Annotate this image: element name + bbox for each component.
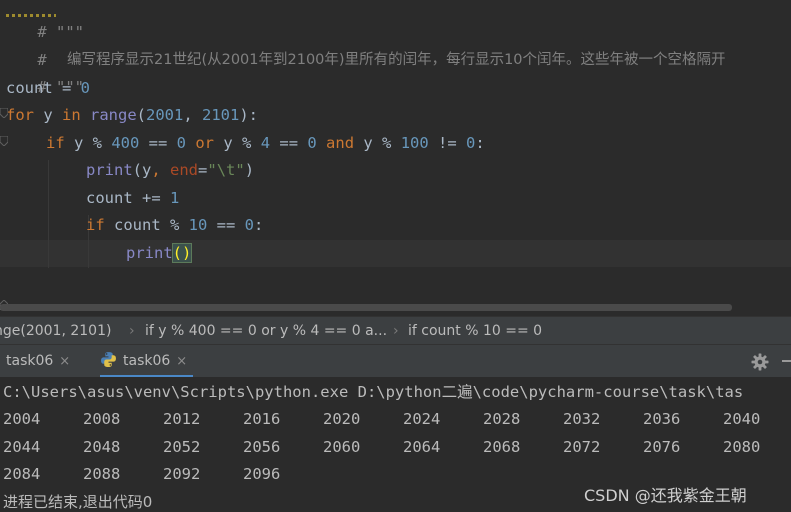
- breadcrumb-item-for[interactable]: nge(2001, 2101): [0, 317, 111, 345]
- console-year: 2020: [323, 410, 361, 428]
- run-tab-2-active[interactable]: task06 ×: [100, 345, 194, 378]
- breadcrumb-item-if-ten[interactable]: if count % 10 == 0: [408, 317, 542, 345]
- console-year: 2040: [723, 410, 761, 428]
- console-year: 2096: [243, 465, 281, 483]
- code-line-print-year[interactable]: print(y, end="\t"): [86, 157, 254, 184]
- console-command-line: C:\Users\asus\venv\Scripts\python.exe D:…: [3, 383, 744, 401]
- console-exit-message: 进程已结束,退出代码0: [3, 493, 153, 511]
- code-line-count-init[interactable]: count = 0: [6, 75, 90, 102]
- console-year: 2064: [403, 437, 441, 456]
- code-line-3[interactable]: # """: [0, 47, 84, 96]
- close-icon[interactable]: ×: [59, 354, 70, 369]
- run-tool-window-header: task06 × task06 ×: [0, 344, 791, 378]
- console-year: 2060: [323, 437, 361, 456]
- hide-panel-icon[interactable]: [782, 360, 791, 362]
- console-year: 2024: [403, 410, 441, 428]
- comment-text: 编写程序显示21世纪(从2001年到2100年)里所有的闰年，每行显示10个闰年…: [67, 52, 726, 68]
- python-icon: [101, 352, 116, 367]
- code-line-count-inc[interactable]: count += 1: [86, 185, 179, 212]
- horizontal-scrollbar[interactable]: [0, 304, 732, 311]
- warning-squiggle: [6, 14, 56, 17]
- code-line-if-ten[interactable]: if count % 10 == 0:: [86, 212, 263, 239]
- console-year: 2072: [563, 437, 601, 456]
- breadcrumb-item-if-leap[interactable]: if y % 400 == 0 or y % 4 == 0 a...: [145, 317, 387, 345]
- console-year: 2052: [163, 437, 201, 456]
- console-year: 2036: [643, 410, 681, 428]
- indent-guide: [48, 160, 49, 268]
- breadcrumb: nge(2001, 2101) › if y % 400 == 0 or y %…: [0, 316, 791, 345]
- console-year: 2088: [83, 465, 121, 483]
- console-year: 2032: [563, 410, 601, 428]
- console-year: 2080: [723, 437, 761, 456]
- console-year: 2056: [243, 437, 281, 456]
- code-line-2[interactable]: # 编写程序显示21世纪(从2001年到2100年)里所有的闰年，每行显示10个闰…: [0, 20, 725, 69]
- console-year: 2084: [3, 465, 41, 483]
- code-line-print-newline[interactable]: print(): [126, 240, 193, 267]
- code-line-if-leap[interactable]: if y % 400 == 0 or y % 4 == 0 and y % 10…: [46, 130, 485, 157]
- console-year: 2004: [3, 410, 41, 428]
- gear-icon[interactable]: [751, 353, 769, 371]
- console-year: 2016: [243, 410, 281, 428]
- watermark: CSDN @还我紫金王朝: [584, 486, 747, 505]
- console-year: 2008: [83, 410, 121, 428]
- close-icon[interactable]: ×: [176, 354, 187, 369]
- fold-marker-icon[interactable]: [0, 108, 8, 118]
- run-console-output[interactable]: C:\Users\asus\venv\Scripts\python.exe D:…: [0, 377, 791, 512]
- breadcrumb-separator: ›: [129, 323, 135, 339]
- run-tab-1[interactable]: task06 ×: [6, 345, 70, 378]
- console-year: 2028: [483, 410, 521, 428]
- fold-marker-icon[interactable]: [0, 136, 8, 146]
- console-year: 2076: [643, 437, 681, 456]
- code-line-for[interactable]: for y in range(2001, 2101):: [6, 102, 258, 129]
- breadcrumb-separator: ›: [393, 323, 399, 339]
- matched-brace: (): [171, 243, 193, 263]
- console-year: 2048: [83, 437, 121, 456]
- console-year: 2092: [163, 465, 201, 483]
- console-year: 2012: [163, 410, 201, 428]
- console-year: 2044: [3, 437, 41, 456]
- code-editor[interactable]: # """ # 编写程序显示21世纪(从2001年到2100年)里所有的闰年，每行…: [0, 0, 791, 316]
- current-line-highlight: [0, 240, 791, 267]
- console-year: 2068: [483, 437, 521, 456]
